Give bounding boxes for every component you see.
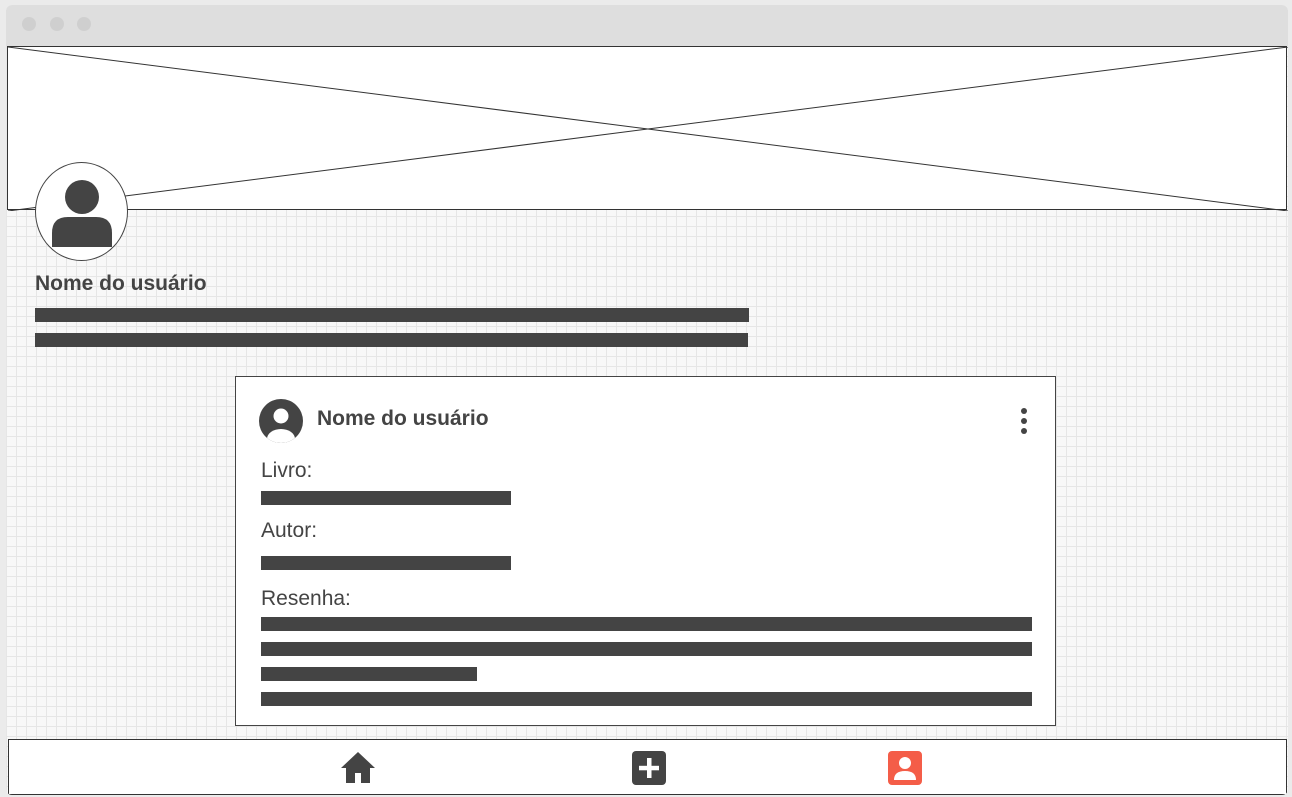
post-user-name[interactable]: Nome do usuário [317,407,489,431]
nav-profile-button[interactable] [886,749,924,787]
page-content: Nome do usuário Nome do usuário Livro: A… [6,46,1288,795]
review-label: Resenha: [261,587,351,610]
review-text-line [261,667,477,681]
bio-text-line [35,308,749,322]
image-placeholder-icon [8,47,1288,211]
profile-avatar[interactable] [35,162,128,261]
user-circle-icon [259,399,303,443]
review-post-card: Nome do usuário Livro: Autor: Resenha: [235,376,1056,726]
nav-home-button[interactable] [339,749,377,787]
bio-text-line [35,333,748,347]
book-label: Livro: [261,459,313,482]
nav-add-button[interactable] [630,749,668,787]
minimize-dot[interactable] [50,17,64,31]
profile-name: Nome do usuário [35,272,207,295]
add-icon [632,751,666,785]
book-value-line [261,491,511,505]
close-dot[interactable] [22,17,36,31]
profile-icon [888,751,922,785]
bottom-nav [8,739,1287,795]
user-icon [52,180,112,247]
maximize-dot[interactable] [77,17,91,31]
more-vertical-icon[interactable] [1014,407,1034,437]
review-text-line [261,692,1032,706]
review-text-line [261,617,1032,631]
post-avatar[interactable] [259,399,303,448]
title-bar [6,5,1288,46]
home-icon [341,752,375,783]
author-label: Autor: [261,519,318,542]
banner-image-placeholder [7,46,1288,211]
author-value-line [261,556,511,570]
browser-window: Nome do usuário Nome do usuário Livro: A… [6,5,1288,795]
review-text-line [261,642,1032,656]
